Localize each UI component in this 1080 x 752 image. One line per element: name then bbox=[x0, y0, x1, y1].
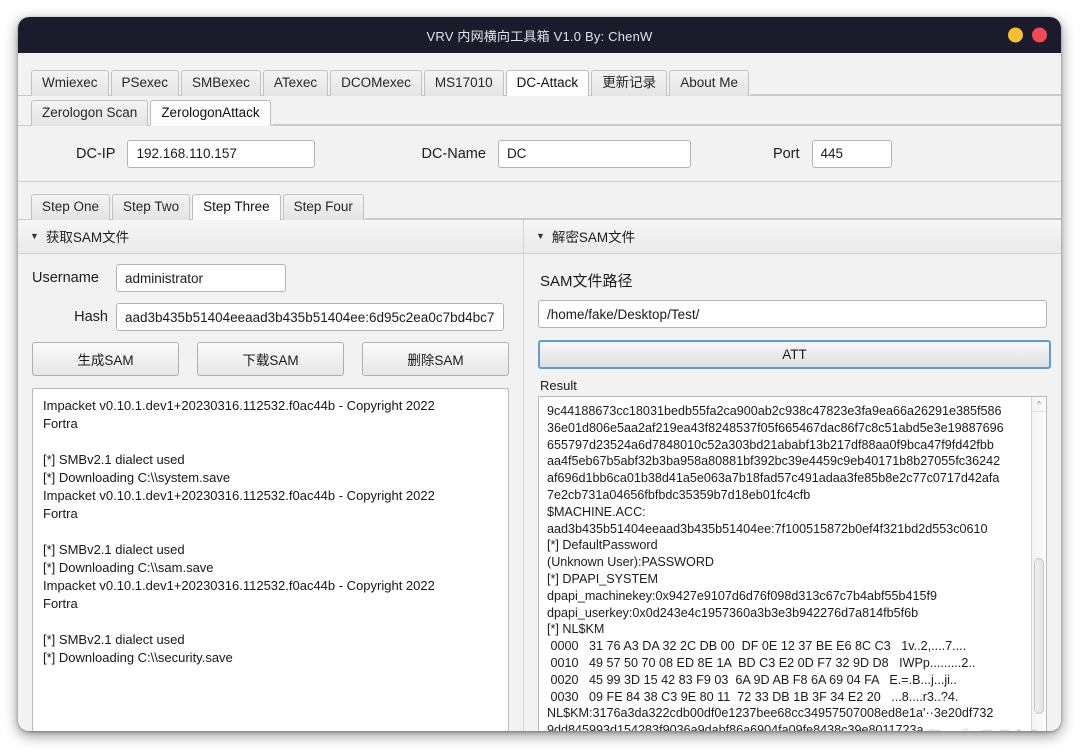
step-tab-bar-filler bbox=[365, 190, 1061, 219]
get-sam-panel-body: Username Hash 生成SAM 下载SAM 删除SAM Impacket… bbox=[18, 254, 523, 731]
app-body: Wmiexec PSexec SMBexec ATexec DCOMexec M… bbox=[18, 53, 1061, 731]
get-sam-group-title: 获取SAM文件 bbox=[45, 230, 130, 245]
tab-zerologon-scan[interactable]: Zerologon Scan bbox=[31, 100, 149, 126]
username-row: Username bbox=[32, 264, 509, 292]
port-input[interactable] bbox=[811, 139, 892, 168]
username-label: Username bbox=[32, 270, 99, 286]
tab-dcomexec[interactable]: DCOMexec bbox=[330, 70, 422, 96]
generate-sam-button[interactable]: 生成SAM bbox=[32, 342, 179, 376]
dcname-input[interactable] bbox=[497, 139, 691, 168]
tab-about-me[interactable]: About Me bbox=[669, 70, 749, 96]
sam-path-input[interactable] bbox=[538, 300, 1047, 328]
decrypt-sam-panel-body: SAM文件路径 ATT Result 9c44188673cc18031bedb… bbox=[524, 254, 1061, 731]
dcip-label: DC-IP bbox=[76, 145, 116, 162]
tab-step-three[interactable]: Step Three bbox=[192, 194, 281, 220]
username-input[interactable] bbox=[116, 264, 286, 292]
sam-path-label: SAM文件路径 bbox=[540, 273, 633, 290]
tab-smbexec[interactable]: SMBexec bbox=[181, 70, 261, 96]
triangle-down-icon: ▼ bbox=[536, 230, 545, 241]
delete-sam-button[interactable]: 删除SAM bbox=[362, 342, 509, 376]
tab-bar-filler bbox=[750, 66, 1061, 95]
step-tab-bar: Step One Step Two Step Three Step Four bbox=[18, 190, 1061, 220]
window-controls bbox=[1008, 27, 1047, 43]
tab-zerologon-attack[interactable]: ZerologonAttack bbox=[150, 100, 271, 126]
scroll-up-arrow-icon[interactable]: ^ bbox=[1032, 397, 1046, 412]
tab-psexec[interactable]: PSexec bbox=[110, 70, 180, 96]
decrypt-sam-group-title: 解密SAM文件 bbox=[551, 230, 636, 245]
scrollbar-track[interactable] bbox=[1032, 412, 1046, 731]
result-scrollbar[interactable]: ^ bbox=[1031, 397, 1046, 731]
decrypt-sam-panel: ▼ 解密SAM文件 SAM文件路径 ATT Result 9c44188673c… bbox=[524, 220, 1061, 731]
close-button[interactable] bbox=[1032, 27, 1047, 43]
sub-tab-bar-filler bbox=[272, 96, 1061, 125]
result-output-wrapper: 9c44188673cc18031bedb55fa2ca900ab2c938c4… bbox=[538, 396, 1047, 731]
sub-tab-bar: Zerologon Scan ZerologonAttack bbox=[18, 96, 1061, 126]
app-window: VRV 内网横向工具箱 V1.0 By: ChenW Wmiexec PSexe… bbox=[18, 17, 1061, 731]
result-label: Result bbox=[540, 378, 577, 393]
tab-wmiexec[interactable]: Wmiexec bbox=[31, 70, 109, 96]
att-button[interactable]: ATT bbox=[538, 340, 1051, 369]
sam-log-output[interactable]: Impacket v0.10.1.dev1+20230316.112532.f0… bbox=[32, 388, 509, 731]
tab-dc-attack[interactable]: DC-Attack bbox=[505, 70, 590, 96]
tab-atexec[interactable]: ATexec bbox=[262, 70, 329, 96]
port-label: Port bbox=[772, 145, 800, 162]
scrollbar-thumb[interactable] bbox=[1034, 558, 1044, 714]
dcname-label: DC-Name bbox=[421, 145, 486, 162]
dcip-input[interactable] bbox=[127, 139, 316, 168]
get-sam-panel: ▼ 获取SAM文件 Username Hash 生成SAM 下载SAM bbox=[18, 220, 524, 731]
main-tab-bar: Wmiexec PSexec SMBexec ATexec DCOMexec M… bbox=[18, 66, 1061, 96]
tab-step-four[interactable]: Step Four bbox=[282, 194, 364, 220]
connection-row: DC-IP DC-Name Port bbox=[18, 126, 1061, 182]
download-sam-button[interactable]: 下载SAM bbox=[197, 342, 344, 376]
window-title: VRV 内网横向工具箱 V1.0 By: ChenW bbox=[426, 28, 653, 44]
get-sam-group-header[interactable]: ▼ 获取SAM文件 bbox=[18, 220, 523, 254]
minimize-button[interactable] bbox=[1008, 27, 1023, 43]
hash-row: Hash bbox=[32, 303, 509, 331]
triangle-down-icon: ▼ bbox=[30, 230, 39, 241]
title-bar: VRV 内网横向工具箱 V1.0 By: ChenW bbox=[18, 17, 1061, 53]
panels-container: ▼ 获取SAM文件 Username Hash 生成SAM 下载SAM bbox=[18, 220, 1061, 731]
tab-step-two[interactable]: Step Two bbox=[112, 194, 191, 220]
tab-update-log[interactable]: 更新记录 bbox=[591, 70, 668, 96]
sam-actions-row: 生成SAM 下载SAM 删除SAM bbox=[32, 342, 509, 376]
decrypt-sam-group-header[interactable]: ▼ 解密SAM文件 bbox=[524, 220, 1061, 254]
tab-ms17010[interactable]: MS17010 bbox=[423, 70, 504, 96]
hash-label: Hash bbox=[74, 309, 108, 325]
result-output[interactable]: 9c44188673cc18031bedb55fa2ca900ab2c938c4… bbox=[539, 397, 1031, 731]
tab-step-one[interactable]: Step One bbox=[31, 194, 111, 220]
hash-input[interactable] bbox=[116, 303, 504, 331]
